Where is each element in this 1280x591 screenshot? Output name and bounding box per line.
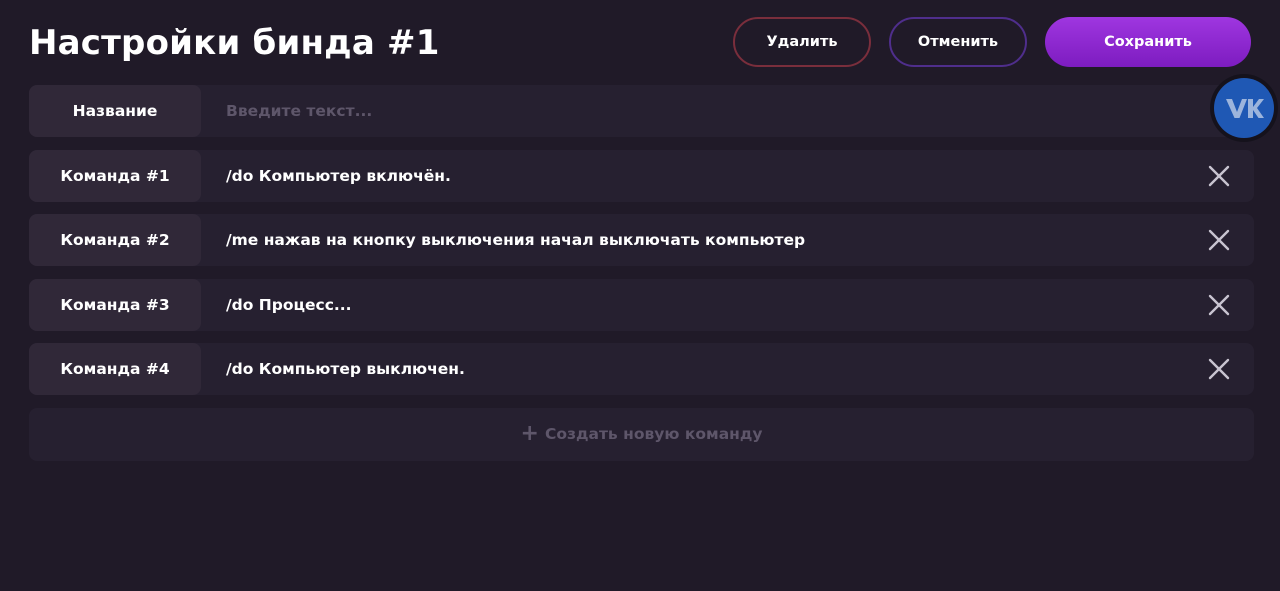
vk-logo-glyph [1226,99,1264,118]
command-label: Команда #3 [29,278,201,331]
bind-settings-page: Настройки бинда #1 Удалить Отменить Сохр… [0,0,1280,591]
vk-badge[interactable] [1210,74,1278,142]
page-title: Настройки бинда #1 [29,23,440,63]
command-row: Команда #3 /do Процесс... [29,278,1254,331]
command-row: Команда #4 /do Компьютер выключен. [29,343,1254,395]
command-text[interactable]: /do Процесс... [201,296,1254,314]
command-text[interactable]: /do Компьютер выключен. [201,360,1254,378]
command-text[interactable]: /do Компьютер включён. [201,167,1254,185]
name-input[interactable] [201,84,1254,138]
command-row: Команда #1 /do Компьютер включён. [29,149,1254,202]
vk-logo-icon [1214,78,1274,138]
close-icon[interactable] [1206,163,1232,189]
add-command-label: Создать новую команду [544,425,763,443]
command-row: Команда #2 /me нажав на кнопку выключени… [29,214,1254,266]
header-actions: Удалить Отменить Сохранить [733,17,1251,67]
close-icon[interactable] [1206,227,1232,253]
header: Настройки бинда #1 Удалить Отменить Сохр… [29,17,1251,69]
delete-button[interactable]: Удалить [733,17,871,67]
command-label: Команда #2 [29,214,201,266]
cancel-button[interactable]: Отменить [889,17,1027,67]
close-icon[interactable] [1206,292,1232,318]
name-row: Название [29,84,1254,138]
bind-form: Название Команда #1 /do Компьютер включё… [29,84,1254,461]
save-button[interactable]: Сохранить [1045,17,1251,67]
command-label: Команда #1 [29,149,201,202]
name-label: Название [29,85,201,137]
add-command-button[interactable]: + Создать новую команду [29,407,1254,461]
plus-icon: + [520,421,539,446]
command-label: Команда #4 [29,343,201,395]
close-icon[interactable] [1206,356,1232,382]
command-text[interactable]: /me нажав на кнопку выключения начал вык… [201,231,1254,249]
